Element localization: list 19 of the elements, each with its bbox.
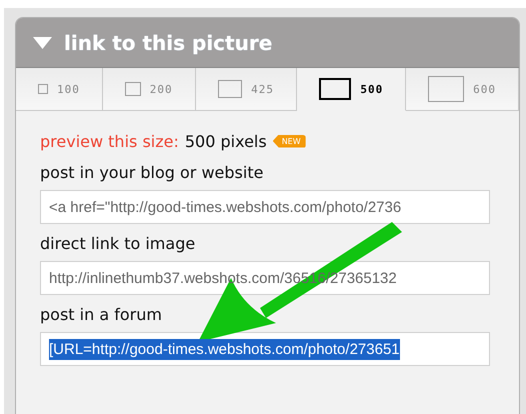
size-tab[interactable]: 600 — [406, 68, 519, 111]
frame-size-icon — [124, 82, 141, 96]
size-tab[interactable]: 100 — [16, 68, 103, 111]
field-label: direct link to image — [40, 234, 196, 255]
size-tab[interactable]: 425 — [196, 68, 298, 111]
size-tab[interactable]: 200 — [102, 68, 196, 111]
new-badge: NEW — [272, 134, 306, 148]
field-label: post in a forum — [40, 305, 163, 326]
field-label: post in your blog or website — [40, 163, 264, 184]
frame-size-icon — [218, 80, 242, 98]
panel-header[interactable]: link to this picture — [16, 18, 519, 67]
frame-size-icon — [319, 78, 352, 100]
frame-size-icon — [428, 76, 464, 102]
preview-label: preview this size: — [40, 132, 179, 150]
input-field[interactable]: <a href="http://good-times.webshots.com/photo/2736 — [40, 190, 490, 224]
input-field[interactable]: [URL=http://good-times.webshots.com/photo/273651 — [40, 332, 490, 366]
panel-title: link to this picture — [64, 30, 272, 54]
frame-size-icon — [38, 84, 48, 94]
preview-value: 500 pixels — [184, 132, 267, 150]
